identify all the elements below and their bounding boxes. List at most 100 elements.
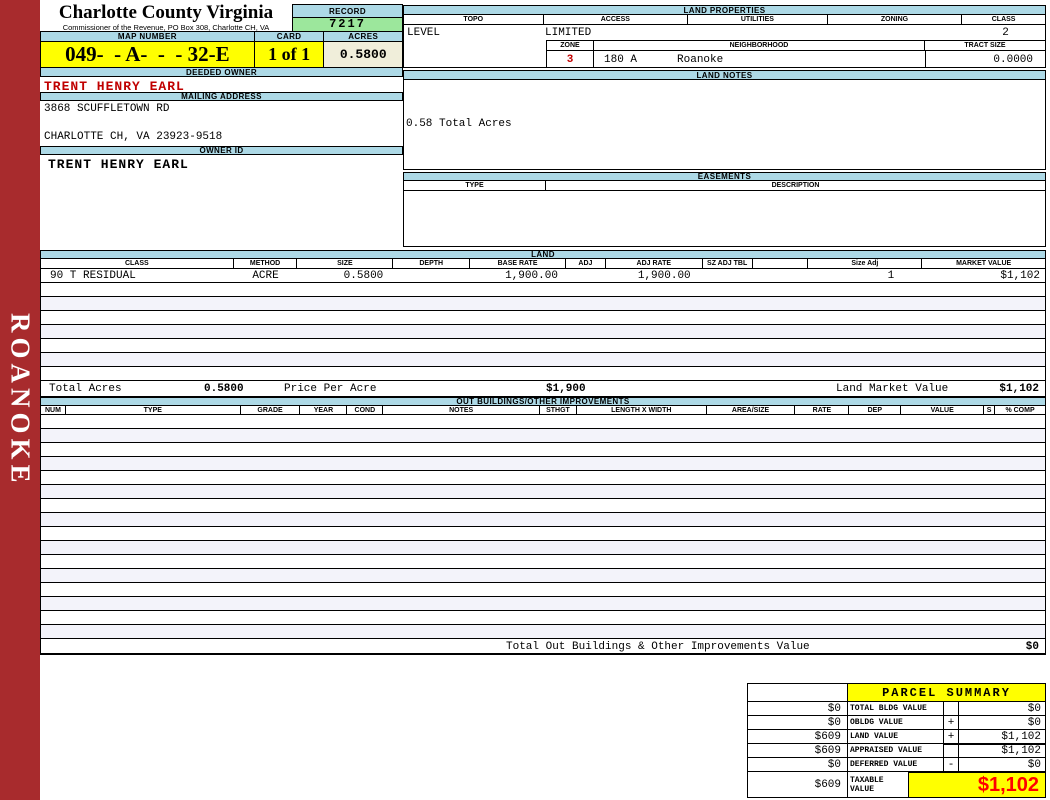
row-value: $0 xyxy=(959,715,1045,729)
zone-neighborhood-table: ZONE NEIGHBORHOOD TRACT SIZE 3 180 A Roa… xyxy=(546,40,1046,68)
ob-rate-header: RATE xyxy=(795,406,850,414)
neighborhood-name: Roanoke xyxy=(677,53,724,66)
ob-num-header: NUM xyxy=(41,406,66,414)
ob-grade-header: GRADE xyxy=(240,406,301,414)
empty-row xyxy=(40,429,1046,443)
parcel-summary: PARCEL SUMMARY $0 TOTAL BLDG VALUE $0 $0… xyxy=(747,683,1046,798)
card-content: Charlotte County Virginia Commissioner o… xyxy=(40,0,1046,800)
neighborhood-vertical-label: ROANOKE xyxy=(5,312,36,488)
land-adj-rate-value: 1,900.00 xyxy=(637,269,691,282)
empty-row xyxy=(40,541,1046,555)
neighborhood-value: 180 A Roanoke xyxy=(594,54,925,66)
topo-header: TOPO xyxy=(404,15,544,24)
land-class-header: CLASS xyxy=(41,259,234,268)
empty-row xyxy=(40,625,1046,639)
out-buildings-total-value: $0 xyxy=(1025,641,1039,653)
empty-row xyxy=(40,325,1046,339)
acres-label: ACRES xyxy=(324,32,402,42)
property-record-card: ROANOKE Charlotte County Virginia Commis… xyxy=(0,0,1050,800)
land-blank-header xyxy=(752,259,809,268)
deeded-owner-name: TRENT HENRY EARL xyxy=(44,79,185,94)
land-properties-section: LAND PROPERTIES TOPO ACCESS UTILITIES ZO… xyxy=(403,5,1046,68)
county-header: Charlotte County Virginia Commissioner o… xyxy=(40,3,292,33)
parcel-summary-prior-blank xyxy=(748,684,848,701)
row-label: OBLDG VALUE xyxy=(848,715,944,729)
land-market-value-total: $1,102 xyxy=(999,383,1039,395)
land-size-header: SIZE xyxy=(297,259,394,268)
utilities-header: UTILITIES xyxy=(688,15,828,24)
land-notes-label: LAND NOTES xyxy=(403,70,1046,80)
land-adj-header: ADJ xyxy=(565,259,606,268)
access-value: LIMITED xyxy=(545,27,592,39)
empty-row xyxy=(40,583,1046,597)
row-operator xyxy=(944,701,959,715)
taxable-value: $1,102 xyxy=(909,771,1045,797)
out-buildings-total-label: Total Out Buildings & Other Improvements… xyxy=(506,641,810,653)
ob-notes-header: NOTES xyxy=(383,406,540,414)
ob-cond-header: COND xyxy=(347,406,384,414)
land-adj-rate-header: ADJ RATE xyxy=(605,259,703,268)
address-line-1: 3868 SCUFFLETOWN RD xyxy=(44,103,170,115)
empty-row xyxy=(40,457,1046,471)
land-section: LAND CLASS METHOD SIZE DEPTH BASE RATE A… xyxy=(40,250,1046,397)
summary-row-total-bldg: $0 TOTAL BLDG VALUE $0 xyxy=(748,701,1045,715)
land-properties-headers: TOPO ACCESS UTILITIES ZONING CLASS xyxy=(403,15,1046,25)
land-table-headers: CLASS METHOD SIZE DEPTH BASE RATE ADJ AD… xyxy=(40,259,1046,269)
empty-row xyxy=(40,513,1046,527)
ob-area-size-header: AREA/SIZE xyxy=(706,406,796,414)
owner-id-label: OWNER ID xyxy=(40,146,403,155)
empty-row xyxy=(40,353,1046,367)
land-totals-row: Total Acres 0.5800 Price Per Acre $1,900… xyxy=(40,381,1046,397)
row-operator: - xyxy=(944,757,959,771)
empty-row xyxy=(40,283,1046,297)
row-value: $1,102 xyxy=(959,743,1045,757)
row-operator: + xyxy=(944,729,959,743)
land-market-value-header: MARKET VALUE xyxy=(922,259,1045,268)
land-method-header: METHOD xyxy=(233,259,298,268)
ob-pct-comp-header: % COMP xyxy=(995,406,1045,414)
ob-type-header: TYPE xyxy=(65,406,241,414)
land-base-rate-value: 1,900.00 xyxy=(505,269,558,282)
owner-id-value: TRENT HENRY EARL xyxy=(48,157,189,172)
land-depth-header: DEPTH xyxy=(393,259,471,268)
easements-section: EASEMENTS TYPE DESCRIPTION xyxy=(403,172,1046,247)
land-sz-adj-tbl-header: SZ ADJ TBL xyxy=(702,259,753,268)
land-notes-section: LAND NOTES 0.58 Total Acres xyxy=(403,70,1046,170)
tract-size-header: TRACT SIZE xyxy=(925,41,1045,50)
neighborhood-code: 180 A xyxy=(604,53,638,66)
mailing-address: 3868 SCUFFLETOWN RD CHARLOTTE CH, VA 239… xyxy=(40,101,403,146)
prior-value: $0 xyxy=(748,701,848,715)
class-header: CLASS xyxy=(962,15,1045,24)
empty-row xyxy=(40,499,1046,513)
empty-row xyxy=(40,555,1046,569)
record-value: 7217 xyxy=(293,17,402,31)
land-size-adj-header: Size Adj xyxy=(808,259,923,268)
land-method-value: ACRE xyxy=(252,269,279,282)
card-label: CARD xyxy=(254,32,325,42)
ob-year-header: YEAR xyxy=(300,406,348,414)
ob-s-header: S xyxy=(984,406,996,414)
land-notes-body: 0.58 Total Acres xyxy=(403,80,1046,170)
record-label: RECORD xyxy=(293,5,402,17)
land-base-rate-header: BASE RATE xyxy=(470,259,566,268)
price-per-acre-value: $1,900 xyxy=(546,383,586,395)
ob-value-header: VALUE xyxy=(901,406,985,414)
land-properties-values: LEVEL LIMITED 2 ZONE NEIGHBORHOOD TRACT … xyxy=(403,25,1046,68)
row-operator: + xyxy=(944,715,959,729)
zone-header: ZONE xyxy=(547,41,594,50)
land-size-value: 0.5800 xyxy=(343,269,384,282)
land-market-value: $1,102 xyxy=(1000,269,1040,282)
ob-dep-header: DEP xyxy=(849,406,902,414)
summary-row-deferred: $0 DEFERRED VALUE - $0 xyxy=(748,757,1045,771)
ob-sthgt-header: STHGT xyxy=(540,406,577,414)
empty-row xyxy=(40,597,1046,611)
zoning-header: ZONING xyxy=(827,15,963,24)
empty-row xyxy=(40,611,1046,625)
empty-row xyxy=(40,297,1046,311)
record-box: RECORD 7217 xyxy=(292,4,403,31)
out-buildings-label: OUT BUILDINGS/OTHER IMPROVEMENTS xyxy=(40,397,1046,406)
row-label: APPRAISED VALUE xyxy=(848,743,944,757)
summary-row-appraised: $609 APPRAISED VALUE $1,102 xyxy=(748,743,1045,757)
zone-value: 3 xyxy=(547,51,594,68)
price-per-acre-label: Price Per Acre xyxy=(284,383,377,395)
